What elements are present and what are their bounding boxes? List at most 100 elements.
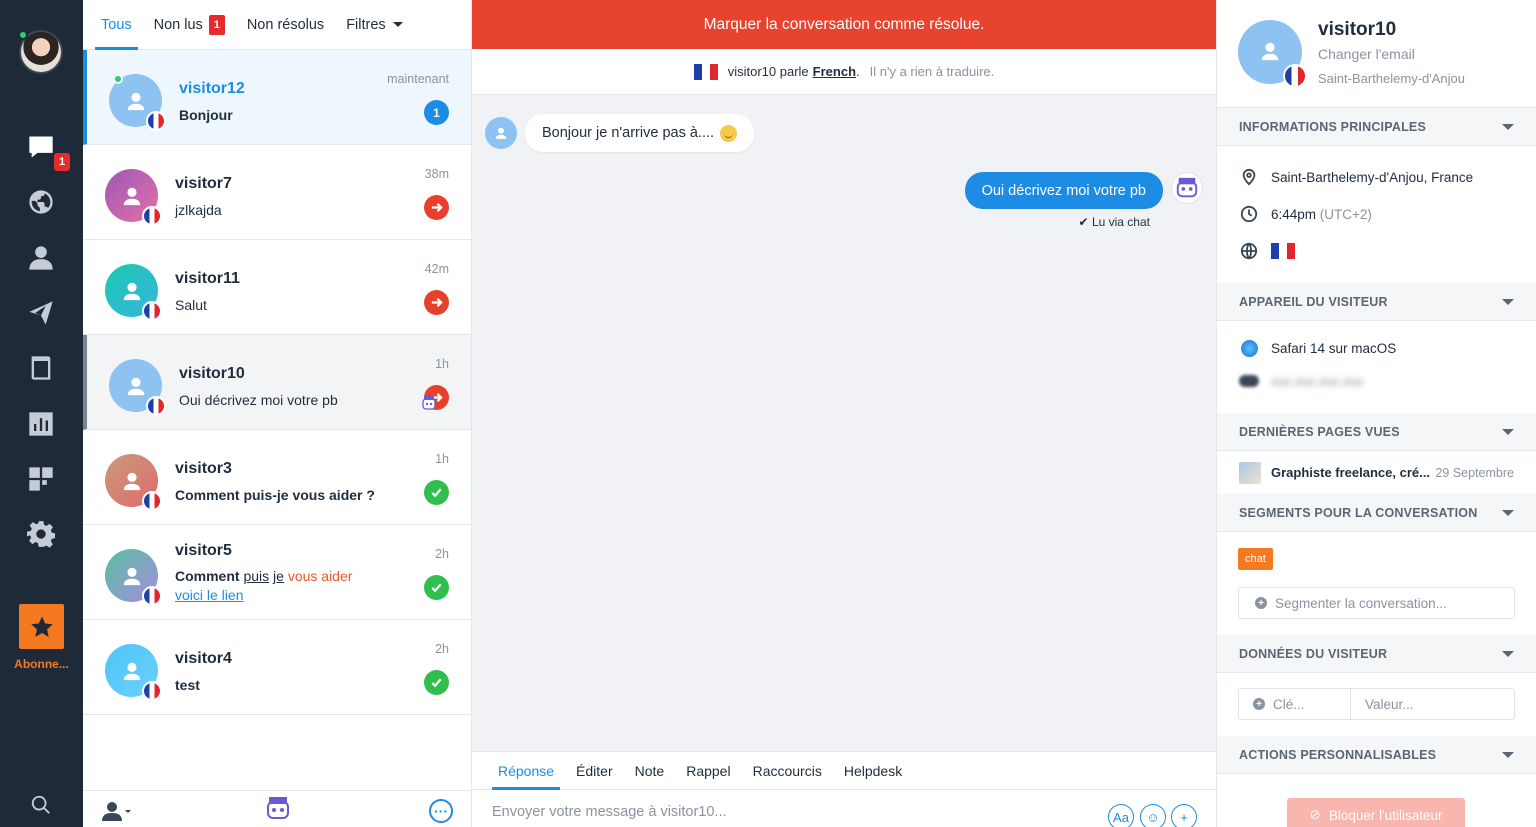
bot-avatar	[1171, 172, 1203, 204]
visitor-name: visitor12	[179, 80, 245, 97]
section-device[interactable]: APPAREIL DU VISITEUR	[1217, 283, 1536, 321]
unread-count-badge: 1	[424, 100, 449, 125]
add-attachment-icon[interactable]: +	[1171, 804, 1197, 827]
assign-user-icon[interactable]	[101, 800, 131, 822]
forbidden-icon: ⊘	[1309, 807, 1321, 822]
info-country	[1217, 236, 1536, 266]
subscription-button[interactable]	[19, 604, 64, 649]
timestamp: 1h	[435, 357, 449, 371]
change-email-link[interactable]: Changer l'email	[1318, 46, 1415, 62]
unread-count-badge: 1	[208, 14, 225, 35]
key-placeholder: Clé...	[1273, 696, 1305, 712]
globe-icon[interactable]	[26, 187, 56, 217]
gear-icon[interactable]	[26, 519, 56, 549]
page-view-item[interactable]: Graphiste freelance, cré... 29 Septembre	[1217, 451, 1536, 494]
tab-edit[interactable]: Éditer	[576, 752, 613, 789]
tab-shortcuts[interactable]: Raccourcis	[753, 752, 822, 789]
conversation-item[interactable]: visitor4 test 2h	[83, 620, 471, 715]
last-message: Comment puis-je vous aider ?	[175, 487, 375, 503]
chevron-down-icon	[1502, 650, 1514, 657]
message-fragment: je	[273, 568, 284, 584]
subscription-label: Abonne...	[14, 657, 69, 671]
browser-text: Safari 14 sur macOS	[1271, 340, 1397, 356]
resolved-check-icon	[424, 480, 449, 505]
book-icon[interactable]	[26, 353, 56, 383]
online-status-dot	[18, 30, 28, 40]
tab-label: Non lus	[153, 16, 203, 33]
resolve-conversation-button[interactable]: Marquer la conversation comme résolue.	[472, 0, 1216, 49]
flag-france-icon	[1283, 64, 1307, 88]
key-input[interactable]: + Clé...	[1238, 688, 1351, 720]
value-placeholder: Valeur...	[1365, 696, 1414, 712]
bot-icon[interactable]	[265, 796, 291, 822]
smiley-emoji-icon	[720, 124, 738, 142]
message-fragment: Comment	[175, 568, 240, 584]
person-icon	[127, 377, 144, 395]
section-main-info[interactable]: INFORMATIONS PRINCIPALES	[1217, 108, 1536, 146]
conversation-item[interactable]: visitor12 Bonjour maintenant 1	[83, 50, 471, 145]
tab-filters[interactable]: Filtres	[346, 0, 403, 49]
visitor-data-content: + Clé... Valeur...	[1217, 673, 1536, 736]
more-options-icon[interactable]: ···	[429, 799, 453, 823]
language-link[interactable]: French	[813, 64, 856, 79]
composer: Aa ☺ +	[472, 790, 1216, 827]
message-input[interactable]	[492, 804, 1072, 820]
conversation-item[interactable]: visitor3 Comment puis-je vous aider ? 1h	[83, 430, 471, 525]
tab-reply[interactable]: Réponse	[491, 752, 561, 790]
tab-helpdesk[interactable]: Helpdesk	[844, 752, 902, 789]
block-user-button[interactable]: ⊘ Bloquer l'utilisateur	[1287, 798, 1465, 827]
message-link[interactable]: voici le lien	[175, 587, 243, 603]
translation-speaker: visitor10 parle	[727, 64, 809, 79]
emoji-icon[interactable]: ☺	[1140, 804, 1166, 827]
section-custom-actions[interactable]: ACTIONS PERSONNALISABLES	[1217, 736, 1536, 774]
conversation-item[interactable]: visitor11 Salut 42m	[83, 240, 471, 335]
visitor-location: Saint-Barthelemy-d'Anjou	[1318, 71, 1465, 86]
timestamp: maintenant	[387, 72, 449, 86]
location-text: Saint-Barthelemy-d'Anjou, France	[1271, 169, 1474, 185]
globe-icon	[1239, 241, 1259, 261]
page-date: 29 Septembre	[1435, 465, 1514, 480]
local-time: 6:44pm	[1271, 206, 1317, 222]
read-receipt-text: Lu via chat	[1091, 215, 1150, 229]
section-pages[interactable]: DERNIÈRES PAGES VUES	[1217, 413, 1536, 451]
reply-arrow-icon	[424, 195, 449, 220]
value-input[interactable]: Valeur...	[1351, 688, 1515, 720]
apps-icon[interactable]	[26, 464, 56, 494]
last-message: Salut	[175, 297, 207, 313]
conversation-item[interactable]: visitor5 Comment puis je vous aider voic…	[83, 525, 471, 620]
section-title: APPAREIL DU VISITEUR	[1239, 294, 1388, 309]
conversation-item[interactable]: visitor10 Oui décrivez moi votre pb 1h	[83, 335, 471, 430]
tab-unresolved[interactable]: Non résolus	[247, 0, 324, 49]
send-icon[interactable]	[26, 298, 56, 328]
section-title: INFORMATIONS PRINCIPALES	[1239, 119, 1426, 134]
person-icon	[127, 92, 144, 110]
section-segments[interactable]: SEGMENTS POUR LA CONVERSATION	[1217, 494, 1536, 532]
main-info-content: Saint-Barthelemy-d'Anjou, France 6:44pm …	[1217, 146, 1536, 283]
visitor-avatar	[485, 117, 517, 149]
timestamp: 42m	[424, 262, 449, 276]
section-visitor-data[interactable]: DONNÉES DU VISITEUR	[1217, 635, 1536, 673]
text-format-button[interactable]: Aa	[1108, 804, 1134, 827]
segment-placeholder: Segmenter la conversation...	[1275, 595, 1447, 611]
tab-all[interactable]: Tous	[95, 0, 138, 50]
tab-reminder[interactable]: Rappel	[686, 752, 730, 789]
person-icon	[123, 282, 140, 300]
tab-note[interactable]: Note	[635, 752, 665, 789]
flag-france-icon	[142, 206, 162, 226]
user-icon[interactable]	[26, 243, 56, 273]
search-icon[interactable]	[26, 790, 56, 820]
visitor-header: visitor10 Changer l'email Saint-Barthele…	[1217, 0, 1536, 108]
conversation-item[interactable]: visitor7 jzlkajda 38m	[83, 145, 471, 240]
check-icon: ✔	[1078, 215, 1089, 229]
visitor-name[interactable]: visitor10	[1318, 19, 1396, 41]
chart-icon[interactable]	[26, 409, 56, 439]
info-location: Saint-Barthelemy-d'Anjou, France	[1217, 162, 1536, 192]
section-title: SEGMENTS POUR LA CONVERSATION	[1239, 505, 1478, 520]
resolved-check-icon	[424, 575, 449, 600]
person-icon	[495, 127, 507, 139]
timestamp: 38m	[424, 167, 449, 181]
tab-unread[interactable]: Non lus 1	[154, 0, 225, 49]
chat-icon[interactable]	[26, 132, 56, 162]
segment-input[interactable]: + Segmenter la conversation...	[1238, 587, 1515, 619]
segment-tag[interactable]: chat	[1238, 548, 1273, 570]
